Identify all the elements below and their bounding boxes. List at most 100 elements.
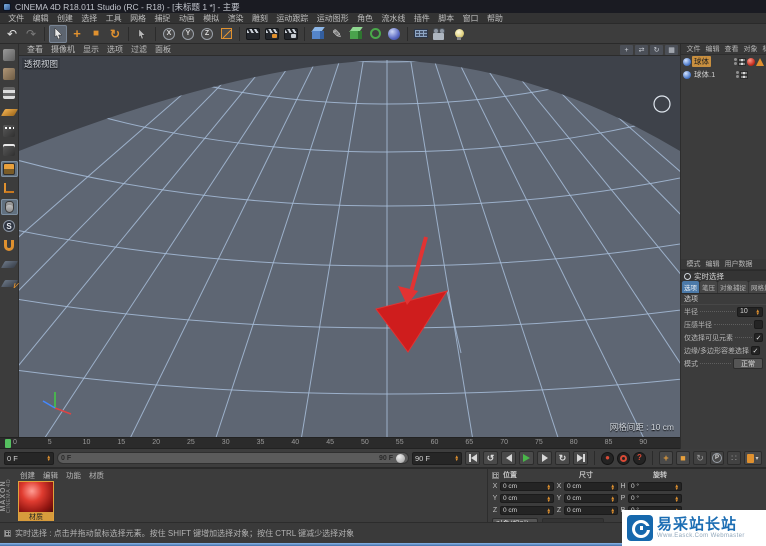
- goto-start-button[interactable]: [465, 451, 480, 465]
- lock-y-button[interactable]: Y: [179, 25, 197, 43]
- current-frame-field[interactable]: 0 F ▲▼: [4, 452, 54, 465]
- pressure-radius-checkbox[interactable]: [754, 320, 763, 329]
- selection-tag-icon[interactable]: [756, 58, 764, 66]
- keyframe-selection-button[interactable]: ?: [633, 452, 646, 465]
- menu-render[interactable]: 渲染: [223, 13, 247, 24]
- frame-range-slider[interactable]: 0 F 90 F: [57, 452, 409, 464]
- uvw-tag-icon[interactable]: [740, 71, 748, 79]
- menu-file[interactable]: 文件: [4, 13, 28, 24]
- menu-script[interactable]: 脚本: [434, 13, 458, 24]
- autokey-button[interactable]: [617, 452, 630, 465]
- object-row[interactable]: 球体.1: [681, 68, 766, 81]
- menu-motion-tracker[interactable]: 运动跟踪: [272, 13, 312, 24]
- spline-pen-button[interactable]: ✎: [328, 25, 346, 43]
- viewport-menu-display[interactable]: 显示: [79, 44, 103, 55]
- viewport-menu-cameras[interactable]: 摄像机: [47, 44, 79, 55]
- move-button[interactable]: +: [68, 25, 86, 43]
- om-menu-view[interactable]: 查看: [722, 44, 741, 54]
- menu-help[interactable]: 帮助: [483, 13, 507, 24]
- camera-button[interactable]: [431, 25, 449, 43]
- om-menu-edit[interactable]: 编辑: [703, 44, 722, 54]
- loop-button[interactable]: ↺: [483, 451, 498, 465]
- workplane-mode-button[interactable]: [1, 104, 18, 120]
- object-name[interactable]: 球体: [692, 56, 711, 67]
- next-frame-button[interactable]: [537, 451, 552, 465]
- play-loop-button[interactable]: ↻: [555, 451, 570, 465]
- workplane-align-button[interactable]: V: [1, 275, 18, 291]
- stepper-icon[interactable]: ▲▼: [47, 455, 51, 461]
- zoom-view-icon[interactable]: ⇄: [635, 45, 648, 55]
- menu-pipeline[interactable]: 流水线: [377, 13, 409, 24]
- lock-x-button[interactable]: X: [160, 25, 178, 43]
- menu-character[interactable]: 角色: [353, 13, 377, 24]
- stepper-icon[interactable]: ▲▼: [756, 309, 760, 315]
- position-y-field[interactable]: 0 cm▲▼: [500, 494, 554, 503]
- attr-menu-mode[interactable]: 模式: [684, 259, 703, 269]
- record-keyframe-button[interactable]: ●: [601, 452, 614, 465]
- menu-animate[interactable]: 动画: [175, 13, 199, 24]
- material-name[interactable]: 材质: [19, 512, 53, 521]
- tweak-mode-button[interactable]: [1, 199, 18, 215]
- om-menu-objects[interactable]: 对象: [741, 44, 760, 54]
- points-mode-button[interactable]: [1, 123, 18, 139]
- attr-menu-edit[interactable]: 编辑: [703, 259, 722, 269]
- material-thumbnail[interactable]: 材质: [18, 481, 54, 521]
- render-picture-viewer-button[interactable]: [263, 25, 281, 43]
- key-position-button[interactable]: +: [659, 451, 673, 465]
- last-tool-button[interactable]: [133, 25, 151, 43]
- visibility-dots-icon[interactable]: [736, 71, 739, 78]
- subdivision-surface-button[interactable]: [347, 25, 365, 43]
- attr-menu-userdata[interactable]: 用户数据: [722, 259, 755, 269]
- viewport-menu-options[interactable]: 选项: [103, 44, 127, 55]
- end-frame-field[interactable]: 90 F ▲▼: [412, 452, 462, 465]
- tab-object-snap[interactable]: 对象捕捉: [718, 281, 748, 293]
- om-menu-file[interactable]: 文件: [684, 44, 703, 54]
- range-slider-knob[interactable]: [396, 454, 405, 463]
- scale-button[interactable]: ■: [87, 25, 105, 43]
- menu-tools[interactable]: 工具: [102, 13, 126, 24]
- key-pla-button[interactable]: ∷: [727, 451, 741, 465]
- mat-menu-function[interactable]: 功能: [62, 470, 85, 481]
- add-cube-button[interactable]: [309, 25, 327, 43]
- key-parameter-button[interactable]: P: [710, 451, 724, 465]
- material-tag-icon[interactable]: [747, 58, 755, 66]
- array-button[interactable]: [366, 25, 384, 43]
- position-z-field[interactable]: 0 cm▲▼: [500, 506, 554, 515]
- mat-menu-create[interactable]: 创建: [16, 470, 39, 481]
- visibility-dots-icon[interactable]: [734, 58, 737, 65]
- viewport-canvas[interactable]: [19, 56, 680, 437]
- redo-button[interactable]: ↷: [22, 25, 40, 43]
- viewport-menu-filter[interactable]: 过滤: [127, 44, 151, 55]
- playhead-marker[interactable]: [5, 439, 11, 448]
- key-scale-button[interactable]: ■: [676, 451, 690, 465]
- menu-select[interactable]: 选择: [77, 13, 101, 24]
- rotation-h-field[interactable]: 0 °▲▼: [628, 482, 682, 491]
- model-mode-button[interactable]: [1, 66, 18, 82]
- light-button[interactable]: [450, 25, 468, 43]
- object-name[interactable]: 球体.1: [692, 69, 717, 80]
- menu-simulate[interactable]: 模拟: [199, 13, 223, 24]
- tab-options[interactable]: 选项: [682, 281, 699, 293]
- previous-frame-button[interactable]: [501, 451, 516, 465]
- coordinate-system-button[interactable]: [217, 25, 235, 43]
- enable-snap-button[interactable]: [1, 237, 18, 253]
- live-selection-button[interactable]: [49, 25, 67, 43]
- texture-mode-button[interactable]: [1, 85, 18, 101]
- selection-mode-dropdown[interactable]: 正常: [733, 358, 763, 369]
- key-rotation-button[interactable]: ↻: [693, 451, 707, 465]
- polygons-mode-button[interactable]: [1, 161, 18, 177]
- uvw-tag-icon[interactable]: [738, 58, 746, 66]
- timeline-ruler[interactable]: 051015202530354045505560657075808590: [0, 437, 680, 449]
- menu-create[interactable]: 创建: [53, 13, 77, 24]
- undo-button[interactable]: ↶: [3, 25, 21, 43]
- menu-window[interactable]: 窗口: [458, 13, 482, 24]
- mat-menu-edit[interactable]: 编辑: [39, 470, 62, 481]
- menu-mograph[interactable]: 运动图形: [313, 13, 353, 24]
- tab-stylus[interactable]: 笔压: [700, 281, 717, 293]
- view-label[interactable]: 透视视图: [22, 58, 60, 70]
- menu-mesh[interactable]: 网格: [126, 13, 150, 24]
- menu-sculpt[interactable]: 雕刻: [248, 13, 272, 24]
- keyframe-preset-dropdown[interactable]: ▾: [744, 451, 762, 465]
- deformer-button[interactable]: [385, 25, 403, 43]
- menu-edit[interactable]: 编辑: [28, 13, 52, 24]
